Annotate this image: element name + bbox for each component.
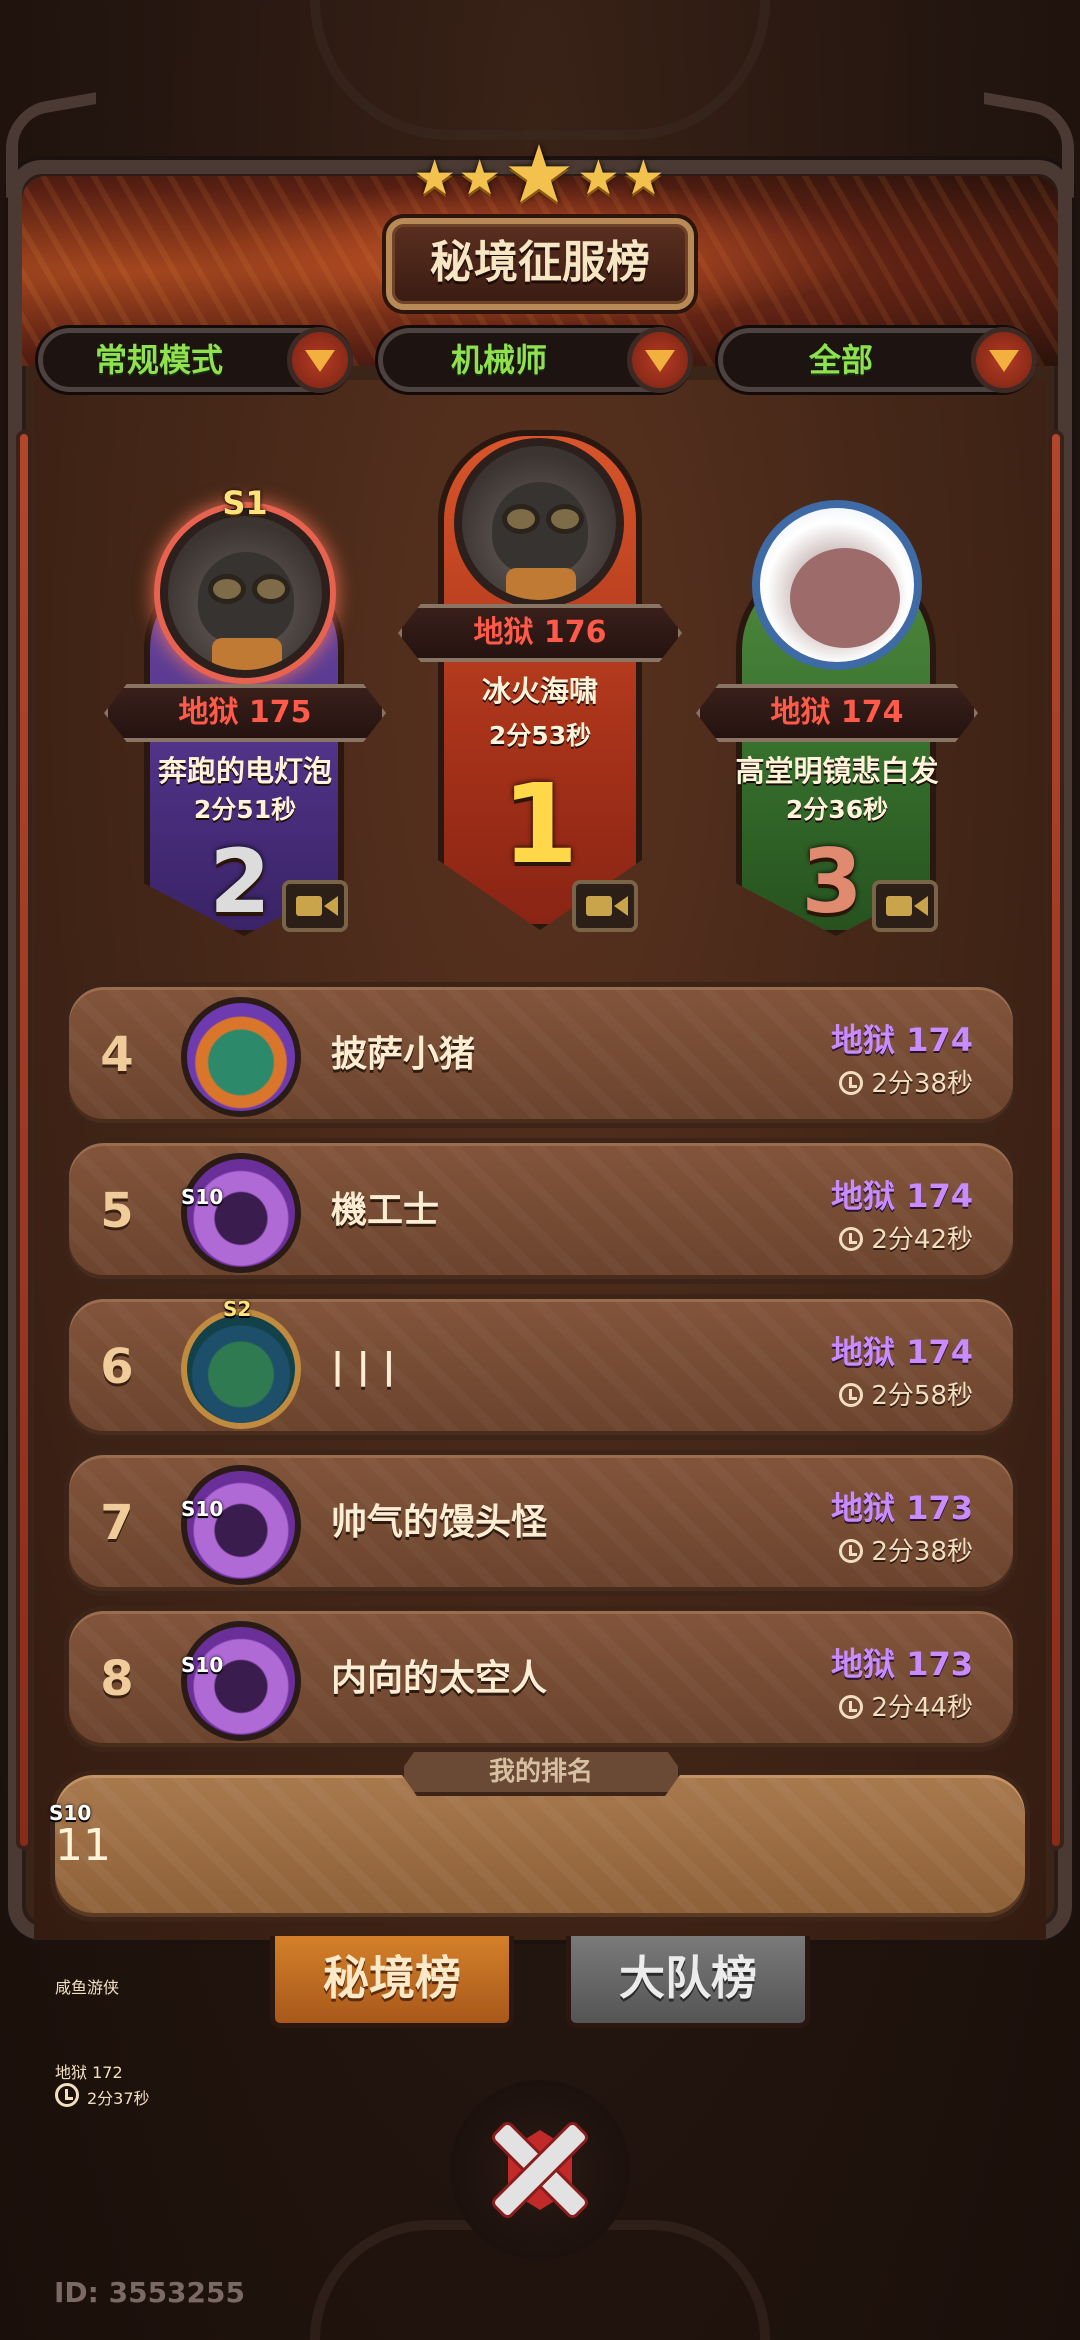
player-time-wrap: 2分42秒 — [839, 1219, 973, 1256]
user-id-label: ID: 3553255 — [54, 2276, 245, 2309]
body-icon — [212, 638, 282, 670]
body-icon — [506, 568, 576, 600]
video-replay-icon[interactable] — [282, 880, 348, 932]
rank-number: 1 — [501, 760, 579, 888]
clock-icon — [839, 1695, 864, 1719]
clock-icon — [839, 1539, 864, 1563]
player-time-wrap: 2分58秒 — [839, 1375, 973, 1412]
player-time: 2分44秒 — [871, 1693, 973, 1723]
decorative-swirl-top — [310, 0, 770, 140]
filter-mode-dropdown[interactable]: 常规模式 — [38, 327, 353, 393]
player-name: 機工士 — [331, 1190, 440, 1231]
player-score: 地狱 173 — [831, 1645, 973, 1683]
player-name: 高堂明镜悲白发 — [735, 754, 939, 788]
player-score: 地狱 174 — [831, 1021, 973, 1059]
star-rating-icon: ★★★★★ — [413, 128, 667, 221]
close-button[interactable] — [450, 2080, 630, 2260]
season-badge: S2 — [223, 1297, 252, 1321]
rank-number: 8 — [100, 1651, 134, 1707]
player-name: 冰火海啸 — [481, 674, 598, 708]
filter-scope-label: 全部 — [808, 341, 873, 379]
score-plate: 地狱 174 — [696, 684, 978, 742]
player-time-wrap: 2分38秒 — [839, 1063, 973, 1100]
score-plate: 地狱 176 — [398, 604, 682, 662]
player-time: 2分53秒 — [488, 721, 592, 750]
tab-team-leaderboard[interactable]: 大队榜 — [566, 1936, 810, 2028]
list-item[interactable]: 4 披萨小猪 地狱 174 2分38秒 — [64, 982, 1018, 1128]
player-name: 帅气的馒头怪 — [331, 1502, 548, 1543]
clock-icon — [839, 1383, 864, 1407]
video-replay-icon[interactable] — [572, 880, 638, 932]
player-name: 披萨小猪 — [331, 1034, 476, 1075]
filter-scope-dropdown[interactable]: 全部 — [718, 327, 1037, 393]
filter-class-dropdown[interactable]: 机械师 — [378, 327, 693, 393]
season-badge: S10 — [181, 1497, 224, 1521]
player-time-wrap: 2分38秒 — [839, 1531, 973, 1568]
filter-mode-label: 常规模式 — [94, 341, 223, 379]
player-score: 地狱 173 — [831, 1489, 973, 1527]
chevron-down-icon[interactable] — [971, 327, 1037, 393]
avatar — [181, 997, 301, 1117]
goggle-icon — [546, 504, 584, 534]
clock-icon — [839, 1071, 864, 1095]
avatar: S2 — [181, 1297, 301, 1429]
player-time: 2分38秒 — [871, 1069, 973, 1099]
player-time: 2分37秒 — [87, 2089, 150, 2108]
avatar: S10 — [181, 1153, 301, 1273]
clock-icon — [55, 2083, 79, 2107]
tab-dungeon-leaderboard[interactable]: 秘境榜 — [270, 1936, 514, 2028]
rank-number: 11 — [55, 1820, 111, 1871]
season-badge: S10 — [181, 1653, 224, 1677]
player-name: 咸鱼游侠 — [55, 1978, 120, 1997]
player-time: 2分42秒 — [871, 1225, 973, 1255]
player-time: 2分38秒 — [871, 1537, 973, 1567]
player-time: 2分51秒 — [193, 795, 297, 824]
player-name: 内向的太空人 — [331, 1658, 548, 1699]
rank-number: 3 — [801, 830, 863, 933]
goggle-icon — [502, 504, 540, 534]
season-badge: S1 — [222, 484, 268, 522]
rank-number: 5 — [100, 1183, 134, 1239]
chevron-down-icon[interactable] — [287, 327, 353, 393]
goggle-icon — [252, 574, 290, 604]
avatar — [454, 438, 624, 608]
clock-icon — [839, 1227, 864, 1251]
chevron-down-icon[interactable] — [627, 327, 693, 393]
score-plate: 地狱 175 — [104, 684, 386, 742]
avatar — [160, 508, 330, 678]
player-name: | | | — [331, 1346, 396, 1387]
season-badge: S10 — [49, 1801, 92, 1825]
list-item[interactable]: 7 S10 帅气的馒头怪 地狱 173 2分38秒 — [64, 1450, 1018, 1596]
avatar: S10 — [181, 1621, 301, 1741]
list-item[interactable]: 8 S10 内向的太空人 地狱 173 2分44秒 — [64, 1606, 1018, 1752]
goggle-icon — [208, 574, 246, 604]
page-title: 秘境征服榜 — [386, 218, 694, 310]
list-item[interactable]: 6 S2 | | | 地狱 174 2分58秒 — [64, 1294, 1018, 1440]
rank-number: 2 — [209, 830, 271, 933]
rank-number: 7 — [100, 1495, 134, 1551]
player-time-wrap: 2分44秒 — [839, 1687, 973, 1724]
player-score: 地狱 174 — [831, 1333, 973, 1371]
player-time: 2分36秒 — [785, 795, 889, 824]
astronaut-face-icon — [790, 548, 900, 648]
video-replay-icon[interactable] — [872, 880, 938, 932]
side-rail-right — [1048, 430, 1064, 1850]
rank-number: 4 — [100, 1027, 134, 1083]
filter-class-label: 机械师 — [450, 341, 547, 379]
player-score: 地狱 174 — [831, 1177, 973, 1215]
list-item[interactable]: 5 S10 機工士 地狱 174 2分42秒 — [64, 1138, 1018, 1284]
side-rail-left — [16, 430, 32, 1850]
rank-number: 6 — [100, 1339, 134, 1395]
season-badge: S10 — [181, 1185, 224, 1209]
avatar — [752, 500, 922, 670]
avatar: S10 — [181, 1465, 301, 1585]
player-time: 2分58秒 — [871, 1381, 973, 1411]
my-rank-label: 我的排名 — [400, 1748, 682, 1796]
player-name: 奔跑的电灯泡 — [157, 754, 332, 788]
